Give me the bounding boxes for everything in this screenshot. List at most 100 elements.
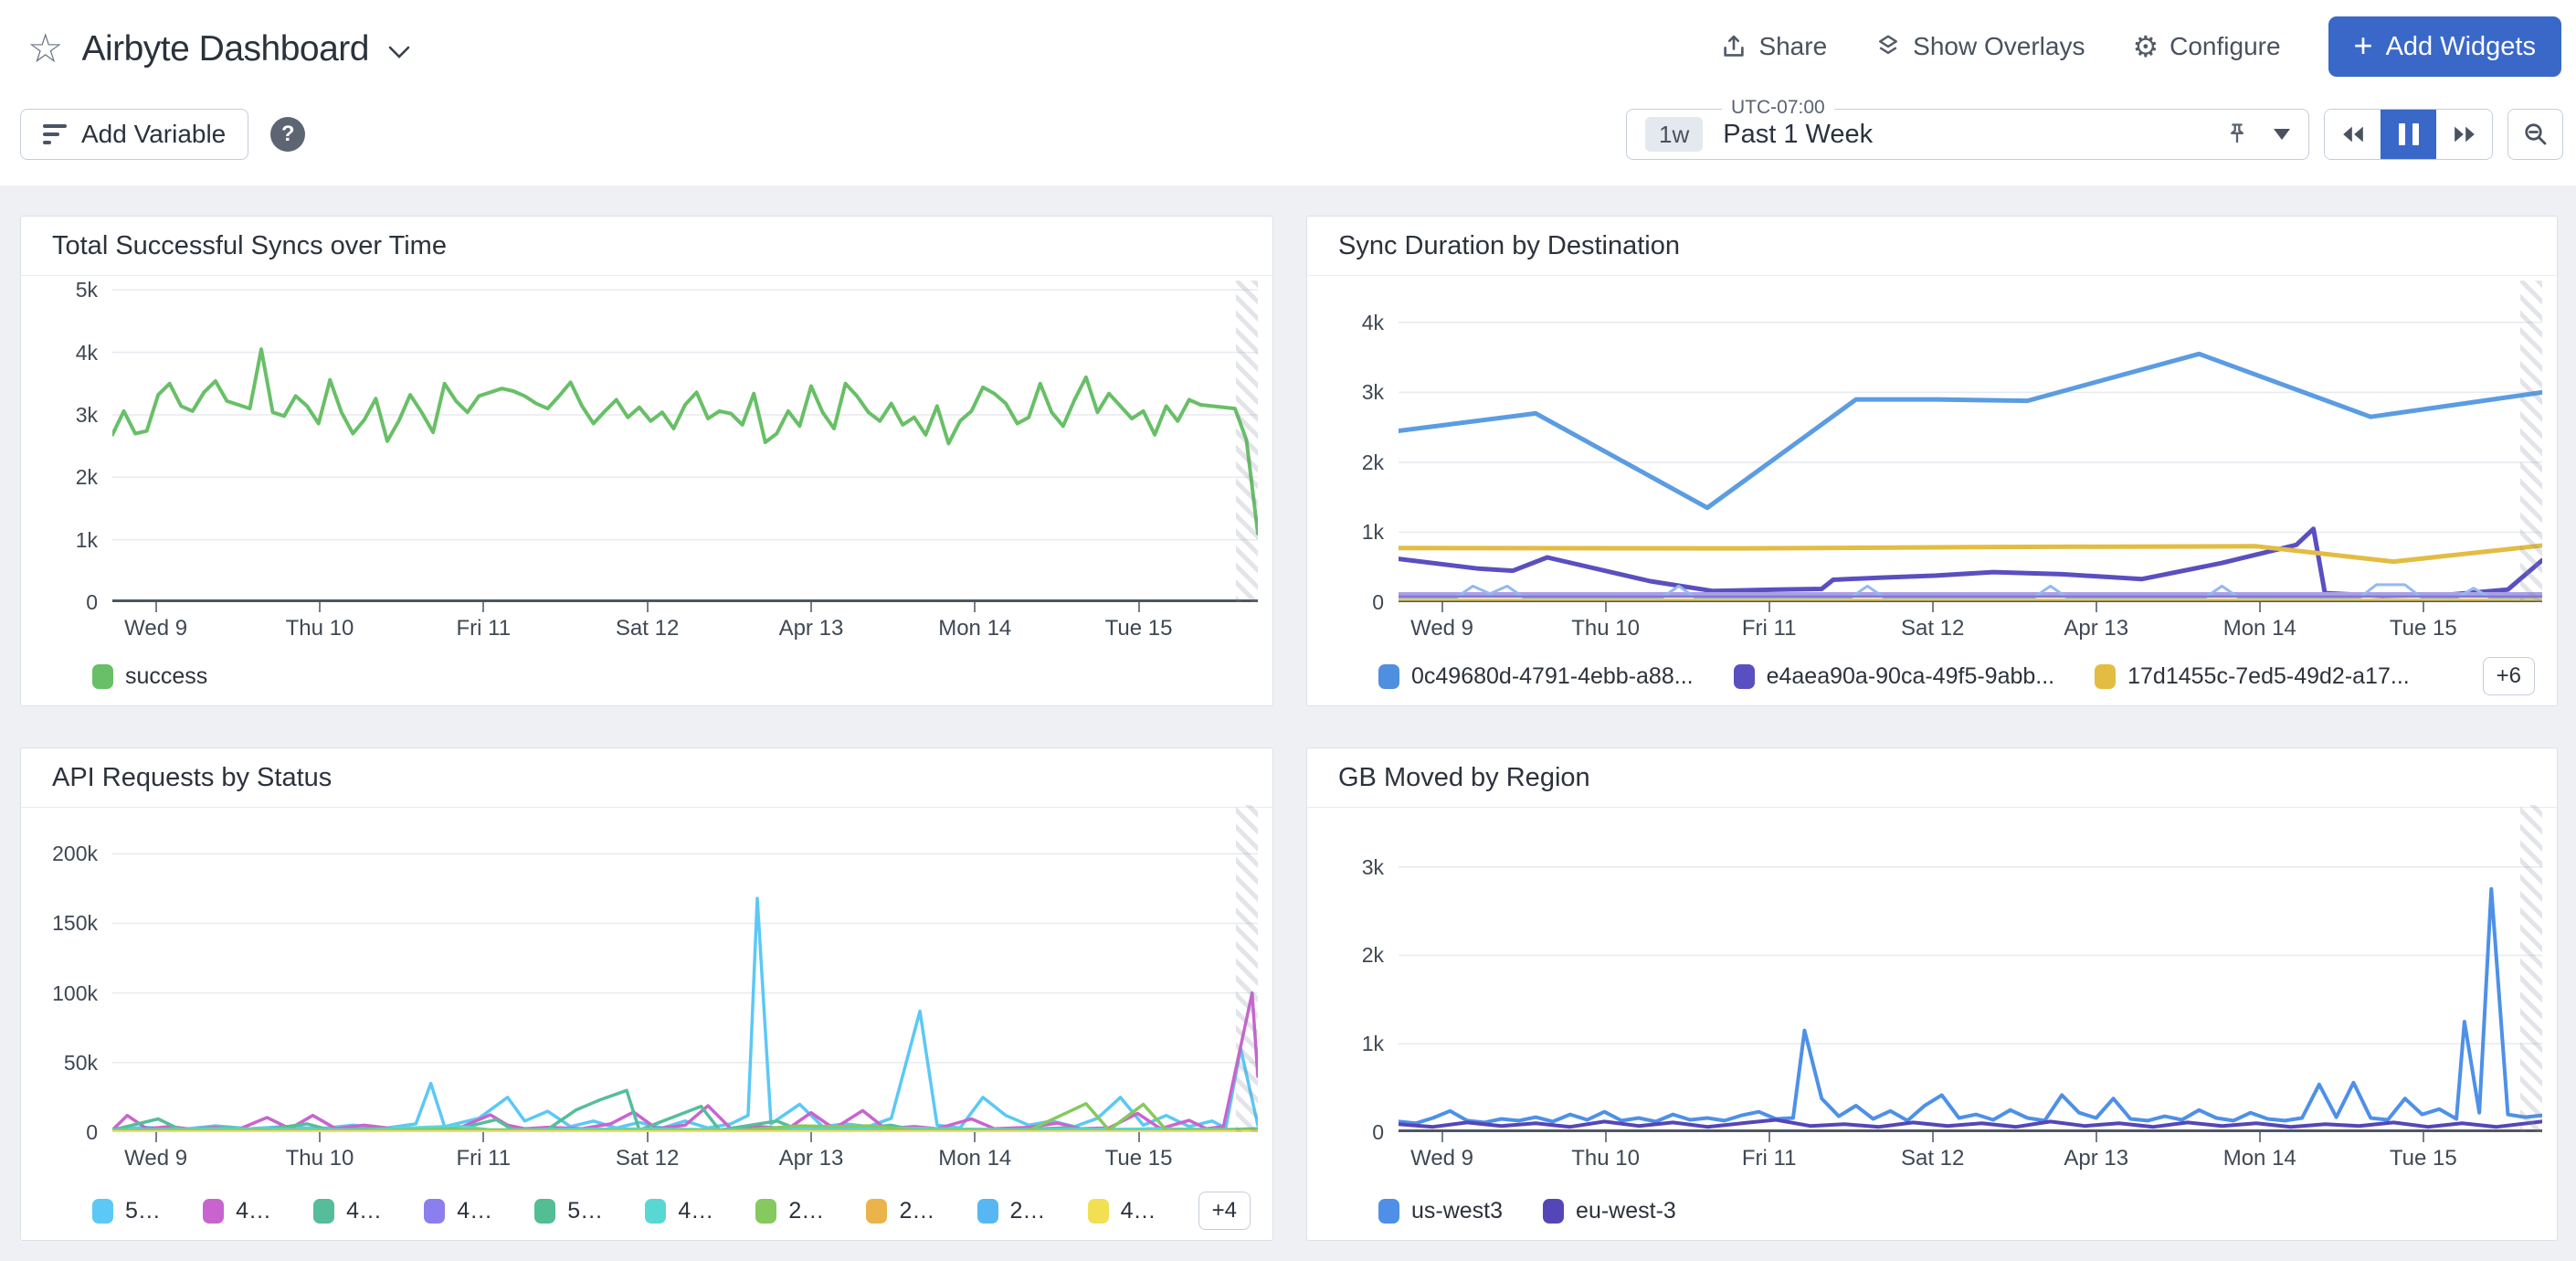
- legend-more-badge[interactable]: +4: [1198, 1192, 1251, 1230]
- widget-title: GB Moved by Region: [1338, 748, 1590, 807]
- x-tick: [155, 1132, 157, 1142]
- legend-item[interactable]: eu-west-3: [1543, 1198, 1676, 1224]
- add-variable-button[interactable]: Add Variable: [20, 109, 248, 160]
- overlays-icon: [1874, 33, 1902, 60]
- chart-canvas[interactable]: [112, 281, 1258, 602]
- rewind-icon: [2339, 123, 2367, 145]
- x-tick: [319, 602, 321, 612]
- widget-title: Total Successful Syncs over Time: [52, 217, 447, 275]
- legend-item[interactable]: 201: [977, 1198, 1048, 1224]
- help-icon[interactable]: ?: [270, 117, 305, 152]
- x-tick: [1932, 602, 1934, 612]
- widget-title-divider: [21, 275, 1272, 276]
- legend-swatch: [92, 664, 113, 689]
- legend-swatch: [203, 1199, 224, 1224]
- x-axis: Wed 9Thu 10Fri 11Sat 12Apr 13Mon 14Tue 1…: [112, 1132, 1258, 1180]
- legend-item[interactable]: 400: [203, 1198, 273, 1224]
- legend-swatch: [1378, 1199, 1399, 1224]
- configure-button[interactable]: ⚙ Configure: [2132, 32, 2280, 61]
- page-title: Airbyte Dashboard: [81, 29, 369, 69]
- x-tick-label: Fri 11: [1742, 1146, 1797, 1171]
- legend-item[interactable]: 17d1455c-7ed5-49d2-a17...: [2095, 663, 2410, 690]
- x-tick-label: Sat 12: [616, 1146, 679, 1171]
- legend-label: 403: [1121, 1198, 1158, 1224]
- y-tick-label: 0: [1307, 1120, 1384, 1145]
- y-tick-label: 1k: [1307, 1032, 1384, 1056]
- legend-item[interactable]: us-west3: [1378, 1198, 1503, 1224]
- legend-label: 200: [788, 1198, 826, 1224]
- time-range-picker[interactable]: UTC-07:00 1w Past 1 Week: [1626, 109, 2309, 160]
- x-tick: [155, 602, 157, 612]
- y-tick-label: 2k: [1307, 943, 1384, 968]
- legend-label: 400: [236, 1198, 273, 1224]
- x-tick: [1605, 602, 1607, 612]
- legend-label: 422: [346, 1198, 384, 1224]
- legend-swatch: [1734, 664, 1755, 689]
- legend-item[interactable]: success: [92, 663, 207, 690]
- x-tick: [1441, 1132, 1443, 1142]
- x-tick: [1138, 602, 1140, 612]
- show-overlays-button[interactable]: Show Overlays: [1874, 32, 2085, 61]
- dashboard-title-row: ☆ Airbyte Dashboard: [27, 20, 411, 79]
- x-tick-label: Thu 10: [286, 616, 354, 641]
- y-tick-label: 3k: [1307, 380, 1384, 405]
- x-tick-label: Sat 12: [1901, 616, 1964, 641]
- time-caret-down-icon[interactable]: [2274, 129, 2290, 140]
- legend-label: 409: [678, 1198, 715, 1224]
- legend-item[interactable]: 204: [866, 1198, 936, 1224]
- chart-canvas[interactable]: [1399, 281, 2542, 602]
- legend-more-badge[interactable]: +6: [2483, 657, 2535, 695]
- y-tick-label: 2k: [1307, 450, 1384, 475]
- x-tick: [1768, 1132, 1770, 1142]
- x-tick: [1605, 1132, 1607, 1142]
- y-tick-label: 0: [21, 590, 98, 615]
- x-tick-label: Apr 13: [2064, 1146, 2128, 1171]
- x-tick-label: Fri 11: [456, 616, 511, 641]
- timezone-label: UTC-07:00: [1722, 97, 1834, 119]
- x-tick: [2423, 1132, 2424, 1142]
- widget-total-successful-syncs: Total Successful Syncs over Time 5k4k3k2…: [20, 216, 1273, 706]
- legend-label: eu-west-3: [1576, 1198, 1676, 1224]
- legend-item[interactable]: 503: [534, 1198, 605, 1224]
- add-widgets-button[interactable]: + Add Widgets: [2328, 16, 2561, 77]
- legend-label: 500: [125, 1198, 163, 1224]
- pin-icon[interactable]: [2224, 122, 2250, 147]
- plus-icon: +: [2354, 29, 2373, 62]
- time-pause-button[interactable]: [2381, 110, 2436, 159]
- legend-swatch: [645, 1199, 666, 1224]
- x-tick-label: Apr 13: [779, 1146, 844, 1171]
- legend: 500 400 422 410 503 409 200 204 201 403 +4: [92, 1194, 1251, 1227]
- time-backward-button[interactable]: [2325, 110, 2381, 159]
- legend-label: 0c49680d-4791-4ebb-a88...: [1411, 663, 1694, 690]
- legend-swatch: [977, 1199, 998, 1224]
- time-forward-button[interactable]: [2436, 110, 2492, 159]
- x-axis: Wed 9Thu 10Fri 11Sat 12Apr 13Mon 14Tue 1…: [1399, 602, 2542, 650]
- chart-canvas[interactable]: [112, 805, 1258, 1132]
- legend-item[interactable]: 410: [424, 1198, 494, 1224]
- y-tick-label: 1k: [1307, 520, 1384, 545]
- zoom-out-button[interactable]: [2507, 109, 2563, 160]
- x-tick: [2096, 602, 2097, 612]
- x-axis: Wed 9Thu 10Fri 11Sat 12Apr 13Mon 14Tue 1…: [112, 602, 1258, 650]
- legend-item[interactable]: 200: [755, 1198, 826, 1224]
- x-tick-label: Tue 15: [2390, 1146, 2457, 1171]
- legend-swatch: [92, 1199, 113, 1224]
- legend-item[interactable]: 422: [313, 1198, 384, 1224]
- x-tick-label: Apr 13: [779, 616, 844, 641]
- y-tick-label: 4k: [1307, 311, 1384, 335]
- legend-item[interactable]: 0c49680d-4791-4ebb-a88...: [1378, 663, 1694, 690]
- x-tick-label: Tue 15: [1105, 1146, 1173, 1171]
- title-chevron-down-icon[interactable]: [387, 45, 411, 59]
- y-tick-label: 0: [1307, 590, 1384, 615]
- legend-item[interactable]: 500: [92, 1198, 163, 1224]
- legend-label: 410: [457, 1198, 494, 1224]
- x-tick: [1138, 1132, 1140, 1142]
- x-tick-label: Mon 14: [938, 1146, 1011, 1171]
- share-button[interactable]: Share: [1720, 32, 1827, 61]
- legend-item[interactable]: 409: [645, 1198, 715, 1224]
- legend-item[interactable]: e4aea90a-90ca-49f5-9abb...: [1734, 663, 2055, 690]
- legend-item[interactable]: 403: [1088, 1198, 1158, 1224]
- favorite-star-icon[interactable]: ☆: [27, 29, 63, 69]
- chart-canvas[interactable]: [1399, 805, 2542, 1132]
- legend-label: e4aea90a-90ca-49f5-9abb...: [1767, 663, 2055, 690]
